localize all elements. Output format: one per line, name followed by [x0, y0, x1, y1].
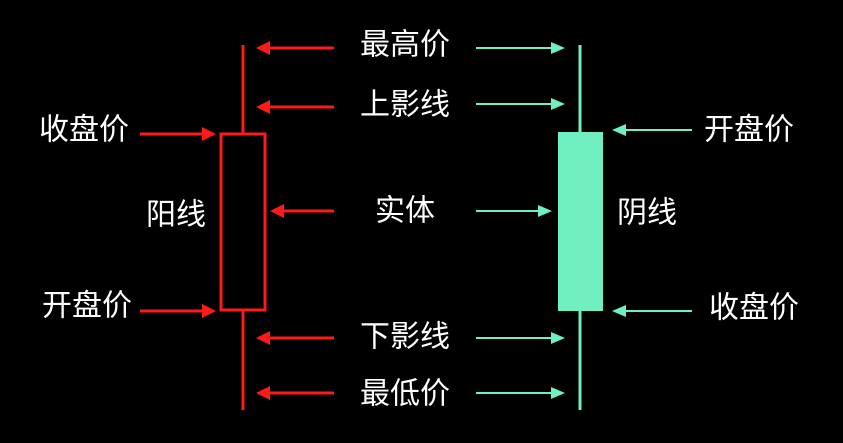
arrow-open-to-bull [140, 304, 216, 318]
arrow-open-to-bear [612, 124, 692, 136]
label-bear-close: 收盘价 [709, 291, 799, 326]
arrow-low-to-bear [476, 387, 565, 399]
label-high: 最高价 [360, 28, 450, 63]
label-low: 最低价 [360, 377, 450, 412]
label-lower-shadow: 下影线 [360, 320, 450, 355]
arrow-lower-shadow-to-bull [256, 331, 334, 345]
arrow-high-to-bull [256, 41, 334, 55]
arrow-upper-shadow-to-bear [476, 98, 565, 110]
label-bear-name: 阴线 [617, 196, 677, 231]
arrow-upper-shadow-to-bull [256, 100, 334, 114]
arrow-low-to-bull [256, 386, 334, 400]
arrow-body-to-bear [476, 205, 552, 217]
arrow-high-to-bear [476, 42, 565, 54]
labels: 最高价 上影线 实体 下影线 最低价 收盘价 开盘价 阳线 开盘价 收盘价 阴线 [39, 28, 799, 412]
label-upper-shadow: 上影线 [360, 88, 450, 123]
bullish-body [219, 132, 267, 312]
arrow-lower-shadow-to-bear [476, 332, 565, 344]
bearish-candle [558, 45, 603, 410]
bullish-candle [219, 45, 267, 410]
candlestick-diagram: 最高价 上影线 实体 下影线 最低价 收盘价 开盘价 阳线 开盘价 收盘价 阴线 [39, 28, 799, 412]
arrow-close-to-bull [140, 127, 216, 141]
bearish-body [558, 132, 603, 311]
label-bull-open: 开盘价 [42, 289, 132, 324]
label-bull-name: 阳线 [146, 198, 206, 233]
label-body: 实体 [375, 194, 435, 229]
label-bull-close: 收盘价 [39, 113, 129, 148]
label-bear-open: 开盘价 [704, 113, 794, 148]
arrow-body-to-bull [270, 204, 334, 218]
arrow-close-to-bear [612, 305, 692, 317]
